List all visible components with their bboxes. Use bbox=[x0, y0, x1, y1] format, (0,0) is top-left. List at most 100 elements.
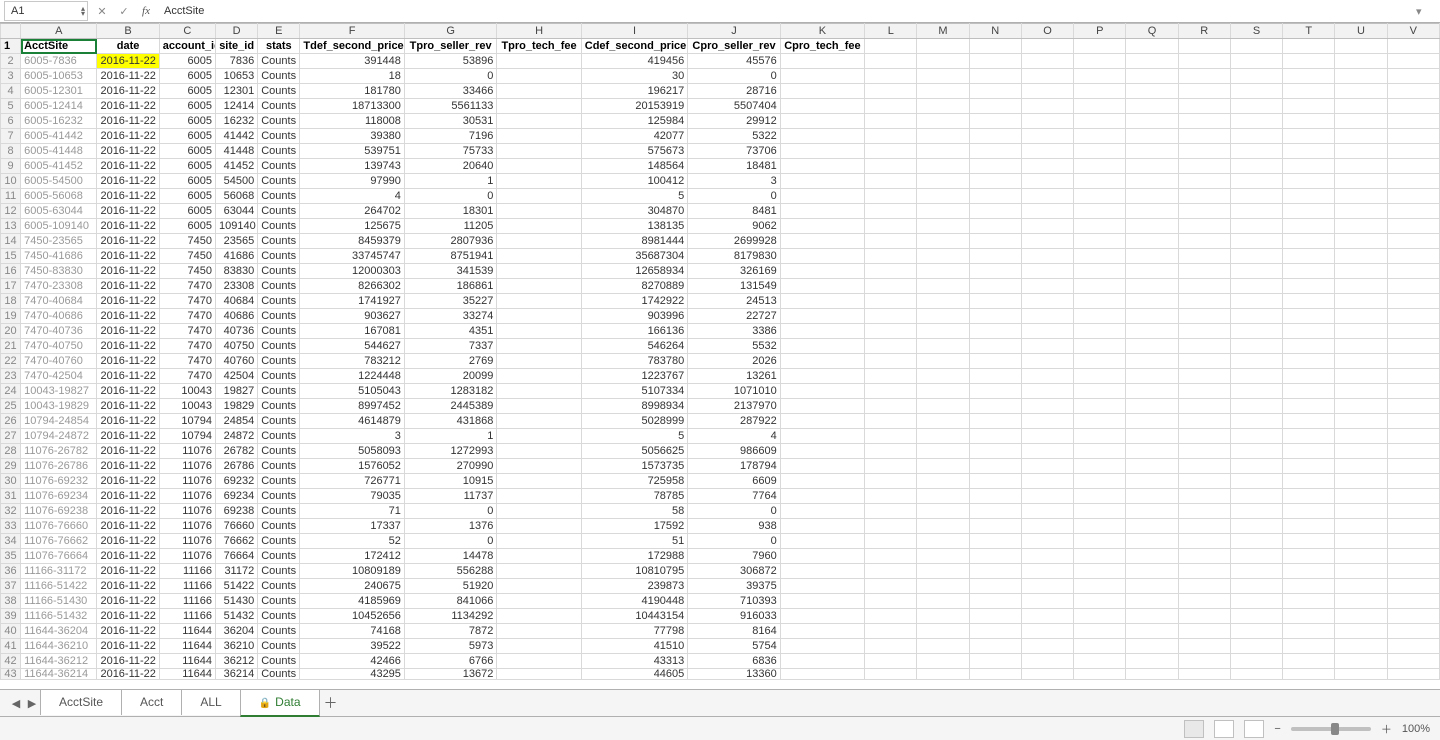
cell[interactable]: Counts bbox=[258, 414, 300, 429]
cell[interactable] bbox=[1126, 519, 1178, 534]
cell[interactable] bbox=[1126, 54, 1178, 69]
cell[interactable]: 5507404 bbox=[688, 99, 780, 114]
cell[interactable]: 431868 bbox=[404, 414, 496, 429]
cell[interactable] bbox=[865, 309, 917, 324]
cell[interactable] bbox=[865, 69, 917, 84]
cell[interactable]: Counts bbox=[258, 534, 300, 549]
cell[interactable]: 2016-11-22 bbox=[97, 384, 159, 399]
cell[interactable] bbox=[1230, 459, 1282, 474]
cell[interactable]: 138135 bbox=[581, 219, 688, 234]
cell[interactable] bbox=[1283, 189, 1335, 204]
cell[interactable]: 7450 bbox=[159, 234, 215, 249]
cell[interactable] bbox=[1230, 399, 1282, 414]
cell[interactable]: 33466 bbox=[404, 84, 496, 99]
cell[interactable] bbox=[1283, 159, 1335, 174]
cell[interactable] bbox=[1178, 474, 1230, 489]
cell[interactable]: 2016-11-22 bbox=[97, 399, 159, 414]
cell[interactable] bbox=[1126, 609, 1178, 624]
cell[interactable]: 118008 bbox=[300, 114, 405, 129]
cell[interactable] bbox=[1021, 189, 1073, 204]
cell[interactable]: 39375 bbox=[688, 579, 780, 594]
cell[interactable]: 36204 bbox=[216, 624, 258, 639]
cell[interactable]: 196217 bbox=[581, 84, 688, 99]
sheet-tab-data[interactable]: Data bbox=[240, 689, 320, 717]
cell[interactable]: 109140 bbox=[216, 219, 258, 234]
cell[interactable]: 78785 bbox=[581, 489, 688, 504]
cell[interactable] bbox=[1021, 294, 1073, 309]
cell[interactable]: 8998934 bbox=[581, 399, 688, 414]
row-header-42[interactable]: 42 bbox=[1, 654, 21, 669]
cell[interactable] bbox=[1126, 369, 1178, 384]
cell[interactable]: 2016-11-22 bbox=[97, 429, 159, 444]
cell[interactable]: 783212 bbox=[300, 354, 405, 369]
cell[interactable]: 178794 bbox=[688, 459, 780, 474]
cell[interactable] bbox=[1283, 204, 1335, 219]
cell[interactable]: 7470-40684 bbox=[21, 294, 97, 309]
cell[interactable] bbox=[969, 549, 1021, 564]
cell[interactable] bbox=[1230, 54, 1282, 69]
cell[interactable] bbox=[780, 384, 864, 399]
cell[interactable] bbox=[917, 624, 969, 639]
cell[interactable] bbox=[1126, 399, 1178, 414]
cell[interactable] bbox=[780, 459, 864, 474]
view-normal-icon[interactable] bbox=[1184, 720, 1204, 738]
cell[interactable] bbox=[917, 264, 969, 279]
cell[interactable] bbox=[1387, 264, 1439, 279]
row-header-33[interactable]: 33 bbox=[1, 519, 21, 534]
cell[interactable] bbox=[1126, 459, 1178, 474]
cell[interactable]: 2016-11-22 bbox=[97, 114, 159, 129]
cell[interactable]: Counts bbox=[258, 174, 300, 189]
cell[interactable] bbox=[1021, 219, 1073, 234]
cell[interactable]: 30531 bbox=[404, 114, 496, 129]
cell[interactable] bbox=[969, 324, 1021, 339]
cell[interactable] bbox=[1021, 39, 1073, 54]
cell[interactable] bbox=[497, 264, 581, 279]
cell[interactable]: Counts bbox=[258, 234, 300, 249]
cell[interactable]: 10794-24872 bbox=[21, 429, 97, 444]
cell[interactable]: 20640 bbox=[404, 159, 496, 174]
cell[interactable]: 8981444 bbox=[581, 234, 688, 249]
cell[interactable] bbox=[497, 654, 581, 669]
cell[interactable] bbox=[1387, 39, 1439, 54]
cell[interactable] bbox=[1021, 144, 1073, 159]
cell[interactable] bbox=[865, 414, 917, 429]
cell[interactable] bbox=[1178, 414, 1230, 429]
cell[interactable] bbox=[865, 384, 917, 399]
cell[interactable]: Counts bbox=[258, 624, 300, 639]
cell[interactable] bbox=[1387, 324, 1439, 339]
cell[interactable]: 2026 bbox=[688, 354, 780, 369]
cell[interactable]: 1134292 bbox=[404, 609, 496, 624]
cell[interactable] bbox=[1283, 174, 1335, 189]
column-header-N[interactable]: N bbox=[969, 24, 1021, 39]
cell[interactable] bbox=[969, 204, 1021, 219]
cell[interactable] bbox=[1335, 339, 1387, 354]
cell[interactable]: 11644-36214 bbox=[21, 669, 97, 680]
cell[interactable] bbox=[1178, 564, 1230, 579]
cell[interactable]: 7470 bbox=[159, 324, 215, 339]
view-page-layout-icon[interactable] bbox=[1214, 720, 1234, 738]
cell[interactable] bbox=[497, 159, 581, 174]
cell[interactable] bbox=[1074, 564, 1126, 579]
cell[interactable] bbox=[969, 189, 1021, 204]
cell[interactable] bbox=[497, 474, 581, 489]
cell[interactable]: 7196 bbox=[404, 129, 496, 144]
cell[interactable]: 131549 bbox=[688, 279, 780, 294]
cell[interactable]: 2016-11-22 bbox=[97, 654, 159, 669]
cell[interactable] bbox=[1126, 384, 1178, 399]
cell[interactable]: 51432 bbox=[216, 609, 258, 624]
cell[interactable] bbox=[865, 429, 917, 444]
cell[interactable]: 6005-12301 bbox=[21, 84, 97, 99]
cell[interactable] bbox=[1126, 504, 1178, 519]
cell[interactable] bbox=[1126, 339, 1178, 354]
cell[interactable]: Counts bbox=[258, 609, 300, 624]
cell[interactable] bbox=[1230, 624, 1282, 639]
cell[interactable] bbox=[1335, 264, 1387, 279]
cell[interactable]: 2016-11-22 bbox=[97, 519, 159, 534]
cell[interactable]: 3 bbox=[300, 429, 405, 444]
row-header-29[interactable]: 29 bbox=[1, 459, 21, 474]
cell[interactable] bbox=[780, 264, 864, 279]
cell[interactable]: 2699928 bbox=[688, 234, 780, 249]
cell[interactable] bbox=[1335, 519, 1387, 534]
cell[interactable]: 6005 bbox=[159, 54, 215, 69]
cell[interactable] bbox=[917, 444, 969, 459]
